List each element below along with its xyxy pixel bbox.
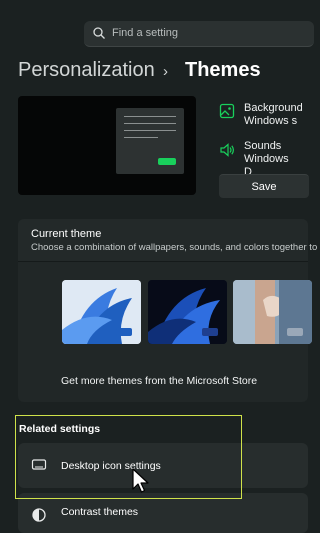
current-theme-header[interactable] [18,219,308,262]
save-button[interactable]: Save [219,174,309,198]
background-value: Windows s [244,115,298,127]
preview-line [124,137,158,138]
sounds-label: Sounds [244,140,282,152]
theme-thumbnail-dark[interactable] [148,280,227,344]
breadcrumb-personalization[interactable]: Personalization [18,59,155,82]
breadcrumb-separator: › [163,63,168,80]
preview-line [124,116,176,117]
current-theme-title: Current theme [31,228,102,240]
theme-accent-swatch [287,328,303,336]
theme-accent-swatch [202,328,218,336]
contrast-themes-row[interactable]: Contrast themes [18,493,308,533]
contrast-themes-label: Contrast themes [61,506,139,518]
theme-accent-swatch [116,328,132,336]
contrast-icon [32,508,46,522]
theme-thumbnail-glow[interactable] [233,280,312,344]
search-icon [93,27,105,39]
theme-thumbnail-light[interactable] [62,280,141,344]
image-icon [219,103,235,119]
preview-accent-button [158,158,176,165]
current-theme-subtitle: Choose a combination of wallpapers, soun… [31,242,318,253]
microsoft-store-link[interactable]: Get more themes from the Microsoft Store [61,375,257,387]
preview-line [124,123,176,124]
preview-line [124,130,176,131]
background-setting[interactable]: Background Windows s [244,102,303,128]
page-title: Themes [185,59,261,81]
search-input[interactable]: Find a setting [112,27,178,39]
background-label: Background [244,102,303,114]
search-box[interactable]: Find a setting [84,21,314,47]
mouse-cursor-icon [132,468,149,493]
speaker-icon [220,143,234,157]
focus-highlight [15,415,242,499]
